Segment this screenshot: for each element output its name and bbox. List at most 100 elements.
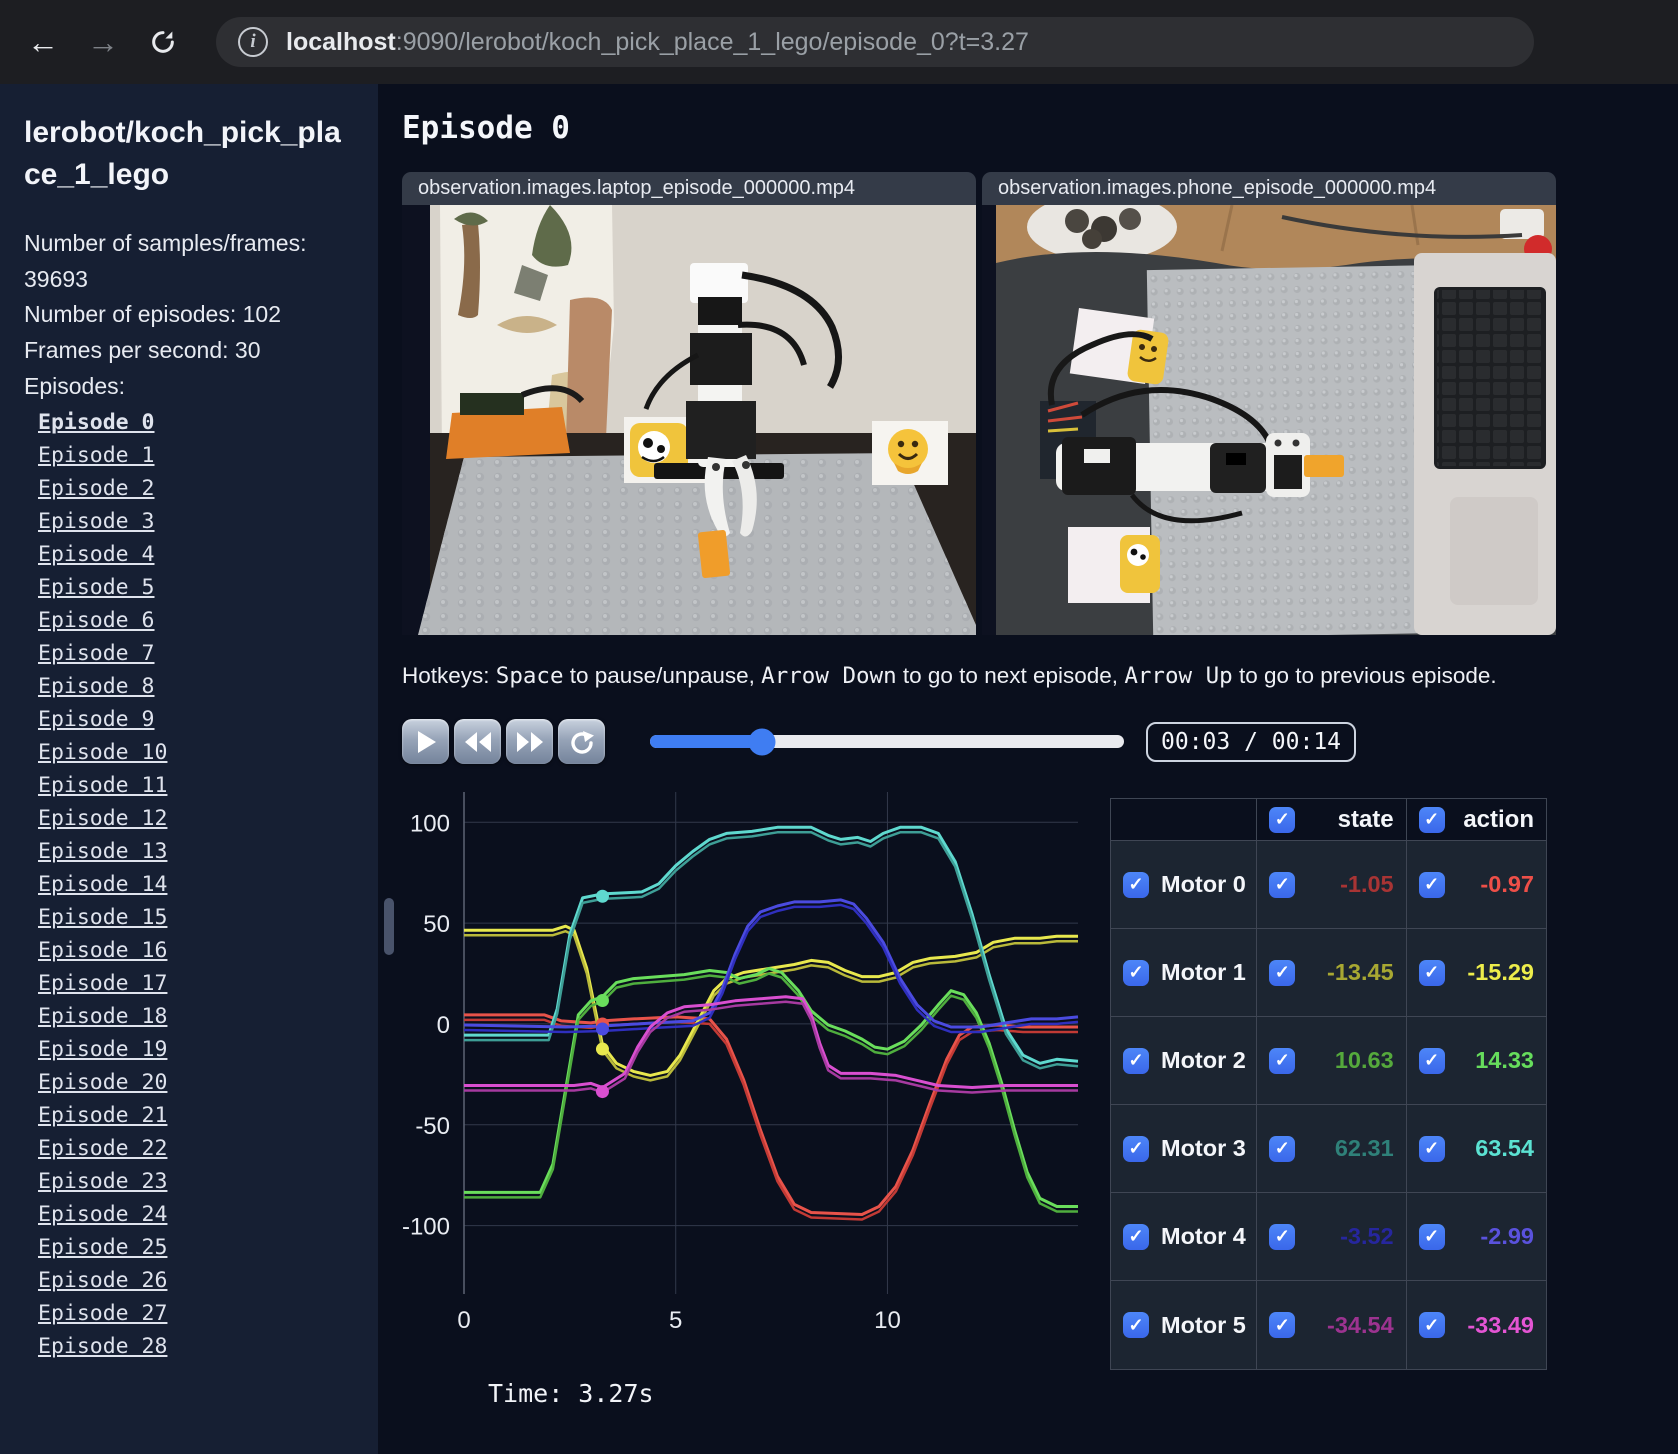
svg-text:100: 100 [410, 810, 450, 837]
episode-link-episode-6[interactable]: Episode 6 [38, 604, 354, 637]
checkbox-icon[interactable]: ✓ [1123, 871, 1149, 898]
timeline-slider[interactable] [650, 728, 1124, 755]
forward-icon[interactable]: → [80, 19, 126, 65]
checkbox-icon[interactable]: ✓ [1269, 806, 1296, 833]
checkbox-icon[interactable]: ✓ [1269, 1135, 1296, 1162]
svg-text:0: 0 [437, 1012, 450, 1039]
checkbox-icon[interactable]: ✓ [1269, 1223, 1296, 1250]
episode-link-episode-0[interactable]: Episode 0 [38, 406, 354, 439]
episode-link-episode-19[interactable]: Episode 19 [38, 1033, 354, 1066]
episode-link-episode-12[interactable]: Episode 12 [38, 802, 354, 835]
checkbox-icon[interactable]: ✓ [1418, 1135, 1445, 1162]
table-row: ✓ Motor 5 ✓ -34.54 ✓ -33.49 [1111, 1281, 1546, 1369]
episode-link-episode-17[interactable]: Episode 17 [38, 967, 354, 1000]
episode-link-episode-7[interactable]: Episode 7 [38, 637, 354, 670]
hotkey-text: Hotkeys: [402, 663, 496, 688]
motor-name: Motor 2 [1161, 1047, 1246, 1073]
motor-name: Motor 1 [1161, 959, 1246, 985]
checkbox-icon[interactable]: ✓ [1123, 1135, 1149, 1162]
state-value: -3.52 [1340, 1223, 1394, 1249]
video-caption-phone: observation.images.phone_episode_000000.… [982, 172, 1556, 205]
checkbox-icon[interactable]: ✓ [1418, 1223, 1445, 1250]
svg-text:5: 5 [669, 1307, 682, 1334]
checkbox-icon[interactable]: ✓ [1418, 1312, 1445, 1338]
episode-link-episode-25[interactable]: Episode 25 [38, 1231, 354, 1264]
checkbox-icon[interactable]: ✓ [1123, 1312, 1149, 1338]
timeline-thumb[interactable] [748, 728, 776, 755]
state-header: state [1337, 805, 1394, 833]
motor-name: Motor 0 [1161, 871, 1246, 897]
time-display: 00:03 / 00:14 [1146, 721, 1357, 762]
stat-samples: Number of samples/frames: 39693 [24, 230, 307, 292]
fast-forward-button[interactable] [506, 719, 553, 764]
rewind-button[interactable] [454, 719, 501, 764]
episode-link-episode-16[interactable]: Episode 16 [38, 934, 354, 967]
episodes-label: Episodes: [24, 372, 126, 399]
episode-link-episode-28[interactable]: Episode 28 [38, 1330, 354, 1363]
checkbox-icon[interactable]: ✓ [1123, 959, 1149, 986]
svg-text:10: 10 [874, 1307, 901, 1334]
motor-name: Motor 3 [1161, 1135, 1246, 1161]
checkbox-icon[interactable]: ✓ [1269, 871, 1296, 898]
motor-table: ✓ state ✓ action ✓ Motor 0 ✓ -1.05 ✓ -0.97 ✓ Motor … [1110, 798, 1547, 1370]
episode-link-episode-4[interactable]: Episode 4 [38, 538, 354, 571]
episode-link-episode-13[interactable]: Episode 13 [38, 835, 354, 868]
sidebar: lerobot/koch_pick_place_1_lego Number of… [0, 84, 378, 1454]
motor-name: Motor 4 [1161, 1223, 1246, 1249]
dataset-title: lerobot/koch_pick_place_1_lego [24, 116, 341, 191]
episode-link-episode-18[interactable]: Episode 18 [38, 1000, 354, 1033]
episode-link-episode-5[interactable]: Episode 5 [38, 571, 354, 604]
motor-chart[interactable]: 100 50 0 -50 -100 0 5 10 Time: 3.27s [402, 764, 1092, 1408]
episode-link-episode-26[interactable]: Episode 26 [38, 1264, 354, 1297]
url-bar[interactable]: i localhost:9090/lerobot/koch_pick_place… [216, 17, 1534, 67]
episode-link-episode-27[interactable]: Episode 27 [38, 1297, 354, 1330]
episode-link-episode-23[interactable]: Episode 23 [38, 1165, 354, 1198]
lego-brick-top [1304, 455, 1344, 477]
checkbox-icon[interactable]: ✓ [1269, 959, 1296, 986]
hotkey-key: Space [495, 663, 564, 689]
play-button[interactable] [402, 719, 449, 764]
reload-icon[interactable] [140, 19, 186, 65]
episode-link-episode-2[interactable]: Episode 2 [38, 472, 354, 505]
site-info-icon[interactable]: i [238, 27, 268, 57]
video-phone[interactable] [982, 205, 1556, 635]
checkbox-icon[interactable]: ✓ [1418, 959, 1445, 986]
episode-link-episode-22[interactable]: Episode 22 [38, 1132, 354, 1165]
episode-link-episode-3[interactable]: Episode 3 [38, 505, 354, 538]
episode-link-episode-1[interactable]: Episode 1 [38, 439, 354, 472]
video-frame-phone-scene [982, 205, 1556, 635]
checkbox-icon[interactable]: ✓ [1269, 1312, 1296, 1338]
hotkey-text: to pause/unpause, [563, 663, 762, 688]
action-value: -15.29 [1467, 959, 1534, 985]
main-content: Episode 0 observation.images.laptop_epis… [378, 84, 1678, 1454]
state-value: 62.31 [1334, 1135, 1394, 1161]
episode-link-episode-24[interactable]: Episode 24 [38, 1198, 354, 1231]
episode-link-episode-15[interactable]: Episode 15 [38, 901, 354, 934]
episode-link-episode-8[interactable]: Episode 8 [38, 670, 354, 703]
lego-brick [697, 529, 731, 579]
svg-text:-50: -50 [415, 1113, 450, 1140]
svg-text:0: 0 [457, 1307, 470, 1334]
episode-link-episode-10[interactable]: Episode 10 [38, 736, 354, 769]
loop-button[interactable] [558, 719, 605, 764]
svg-text:-100: -100 [402, 1214, 450, 1241]
episode-link-episode-20[interactable]: Episode 20 [38, 1066, 354, 1099]
checkbox-icon[interactable]: ✓ [1418, 1047, 1445, 1074]
episode-link-episode-9[interactable]: Episode 9 [38, 703, 354, 736]
checkbox-icon[interactable]: ✓ [1418, 871, 1445, 898]
video-card-laptop: observation.images.laptop_episode_000000… [402, 172, 976, 635]
video-laptop[interactable] [402, 205, 976, 635]
hotkey-text: to go to previous episode. [1232, 663, 1497, 688]
scrollbar-thumb[interactable] [384, 898, 394, 955]
hotkeys-help: Hotkeys: Space to pause/unpause, Arrow D… [402, 663, 1678, 689]
action-header: action [1463, 805, 1534, 833]
episode-link-episode-11[interactable]: Episode 11 [38, 769, 354, 802]
checkbox-icon[interactable]: ✓ [1418, 806, 1445, 833]
episode-link-episode-21[interactable]: Episode 21 [38, 1099, 354, 1132]
back-icon[interactable]: ← [20, 19, 66, 65]
stat-episodes: Number of episodes: 102 [24, 301, 281, 328]
checkbox-icon[interactable]: ✓ [1123, 1047, 1149, 1074]
episode-link-episode-14[interactable]: Episode 14 [38, 868, 354, 901]
checkbox-icon[interactable]: ✓ [1269, 1047, 1296, 1074]
checkbox-icon[interactable]: ✓ [1123, 1223, 1149, 1250]
